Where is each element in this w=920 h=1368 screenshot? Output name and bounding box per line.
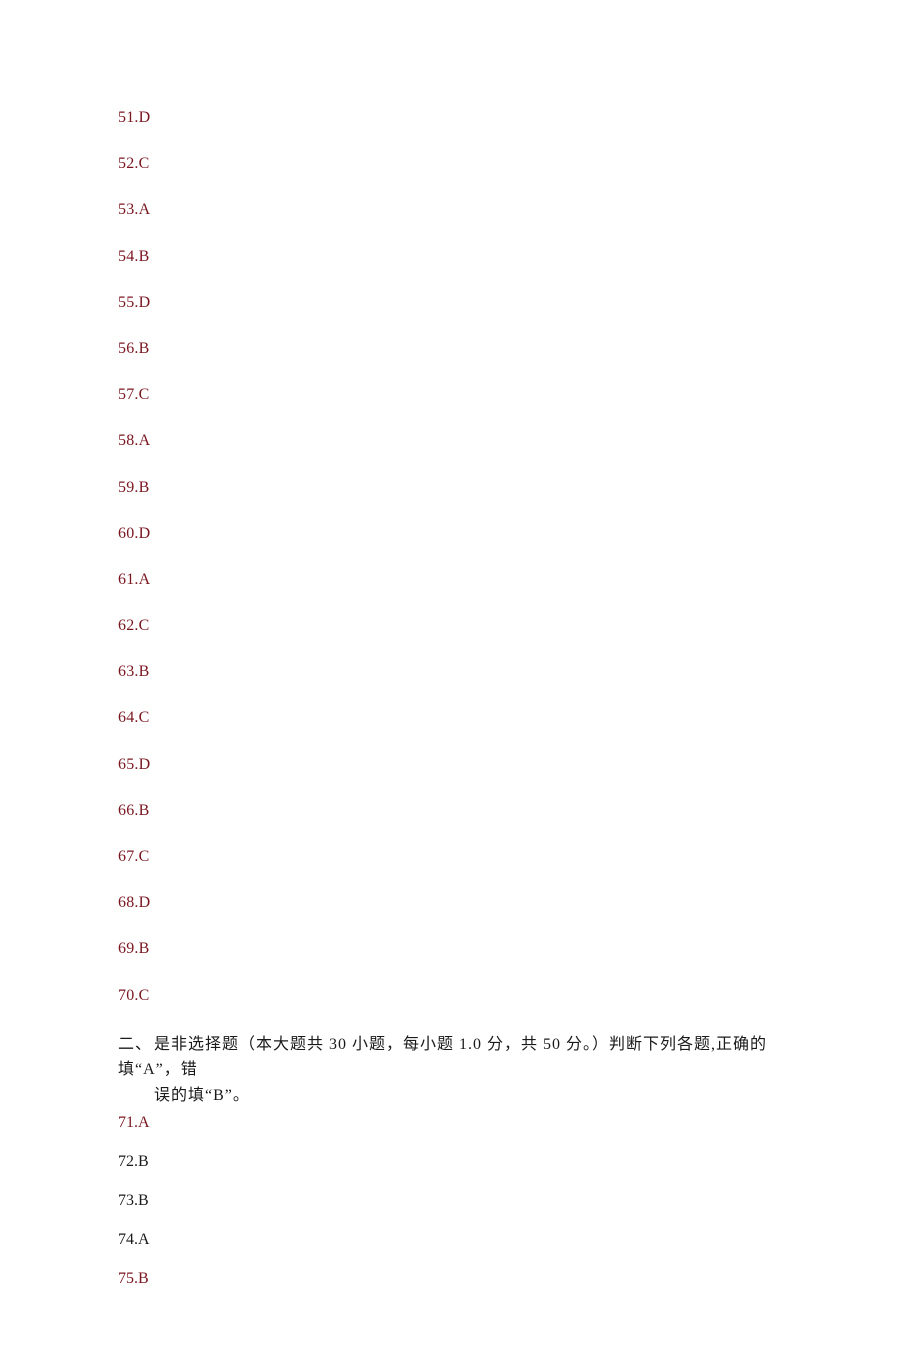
answer-item: 52.C	[118, 154, 802, 173]
answer-item: 71.A	[118, 1113, 802, 1132]
answers-block-1: 51.D 52.C 53.A 54.B 55.D 56.B 57.C 58.A …	[118, 108, 802, 1005]
answer-item: 61.A	[118, 570, 802, 589]
answer-item: 55.D	[118, 293, 802, 312]
answer-item: 73.B	[118, 1191, 802, 1210]
answer-item: 69.B	[118, 939, 802, 958]
answer-item: 54.B	[118, 247, 802, 266]
answer-item: 67.C	[118, 847, 802, 866]
answer-item: 53.A	[118, 200, 802, 219]
answers-block-2: 71.A 72.B 73.B 74.A 75.B	[118, 1113, 802, 1289]
answer-item: 75.B	[118, 1269, 802, 1288]
answer-item: 66.B	[118, 801, 802, 820]
answer-item: 57.C	[118, 385, 802, 404]
answer-item: 65.D	[118, 755, 802, 774]
answer-item: 56.B	[118, 339, 802, 358]
section-text-line1: 是非选择题（本大题共 30 小题，每小题 1.0 分，共 50 分。）判断下列各…	[118, 1036, 767, 1079]
answer-item: 64.C	[118, 708, 802, 727]
answer-item: 63.B	[118, 662, 802, 681]
section-heading: 二、是非选择题（本大题共 30 小题，每小题 1.0 分，共 50 分。）判断下…	[118, 1032, 802, 1109]
answer-item: 58.A	[118, 431, 802, 450]
answer-item: 72.B	[118, 1152, 802, 1171]
answer-item: 62.C	[118, 616, 802, 635]
section-text-line2: 误的填“B”。	[118, 1083, 802, 1109]
answer-item: 68.D	[118, 893, 802, 912]
answer-item: 59.B	[118, 478, 802, 497]
section-numeral: 二、	[118, 1032, 154, 1058]
answer-item: 70.C	[118, 986, 802, 1005]
answer-item: 51.D	[118, 108, 802, 127]
answer-item: 60.D	[118, 524, 802, 543]
document-page: 51.D 52.C 53.A 54.B 55.D 56.B 57.C 58.A …	[0, 0, 920, 1368]
answer-item: 74.A	[118, 1230, 802, 1249]
